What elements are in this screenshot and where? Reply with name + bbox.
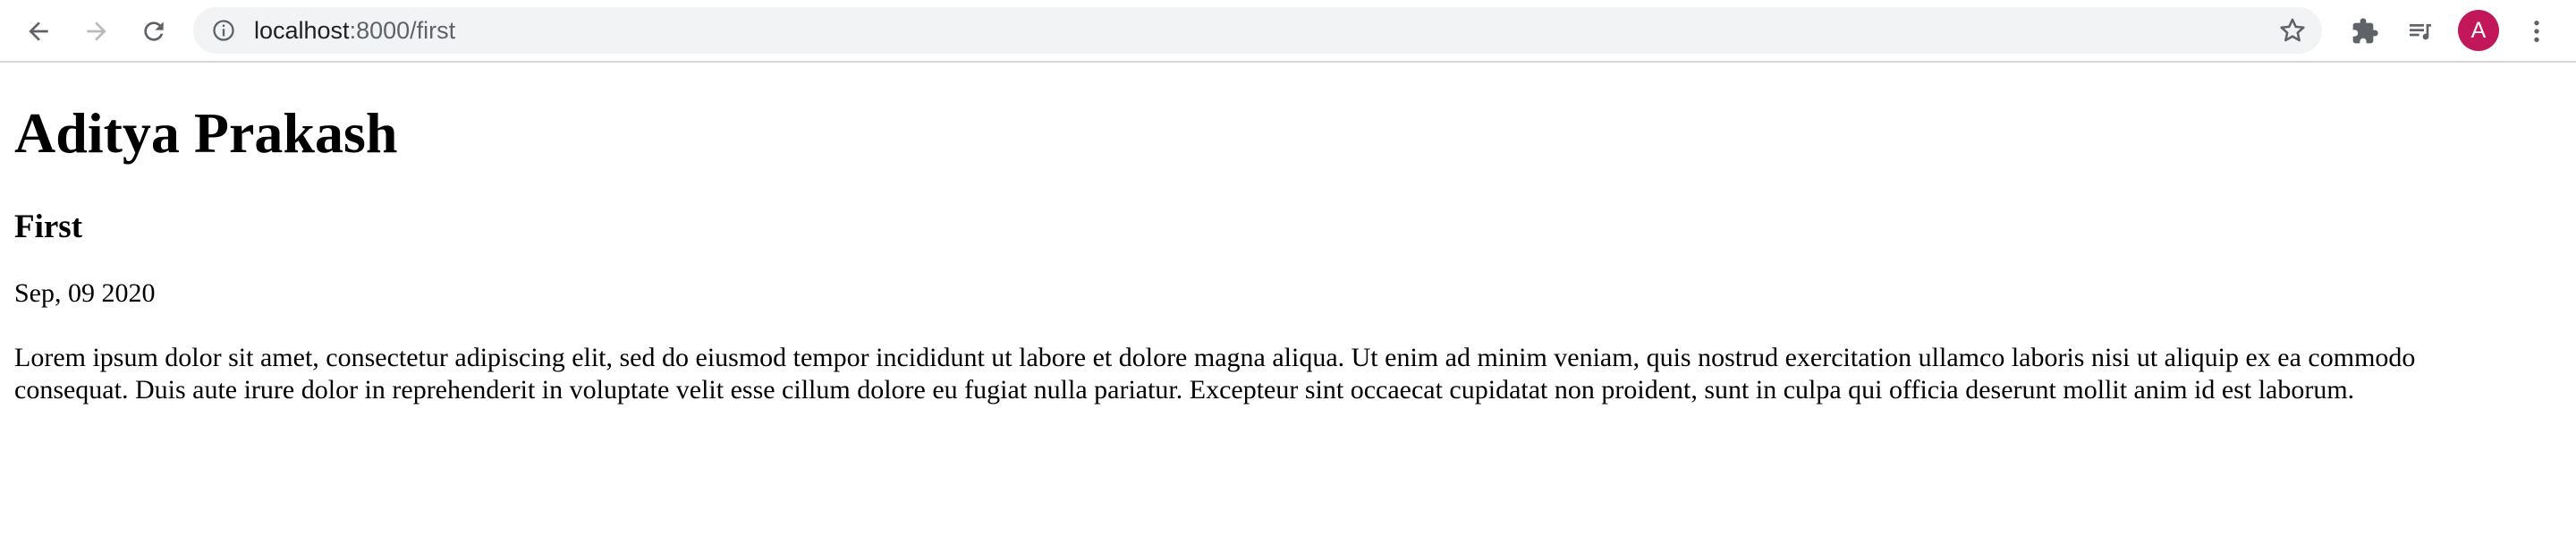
- reload-icon: [144, 21, 164, 41]
- browser-menu-button[interactable]: [2517, 12, 2556, 51]
- url-host: localhost: [254, 17, 350, 44]
- puzzle-icon: [2352, 18, 2378, 44]
- arrow-left-icon: [29, 21, 48, 41]
- media-queue-icon: [2410, 24, 2431, 40]
- arrow-right-icon: [87, 21, 106, 41]
- kebab-menu-icon: [2534, 21, 2539, 42]
- media-queue-button[interactable]: [2401, 12, 2440, 51]
- post-title: First: [14, 209, 83, 245]
- star-icon[interactable]: [2277, 15, 2308, 46]
- reload-button[interactable]: [134, 12, 174, 51]
- info-icon[interactable]: [211, 18, 236, 43]
- back-button[interactable]: [19, 12, 58, 51]
- extensions-button[interactable]: [2345, 12, 2385, 51]
- profile-avatar[interactable]: A: [2458, 10, 2499, 51]
- post-body: Lorem ipsum dolor sit amet, consectetur …: [14, 343, 2416, 405]
- address-bar[interactable]: localhost:8000/first: [193, 7, 2322, 54]
- url-path: :8000/first: [349, 17, 456, 44]
- url-text[interactable]: localhost:8000/first: [254, 7, 455, 54]
- forward-button[interactable]: [77, 12, 116, 51]
- browser-toolbar: localhost:8000/first A: [0, 0, 2576, 63]
- post-date: Sep, 09 2020: [14, 278, 156, 308]
- site-title: Aditya Prakash: [14, 101, 398, 165]
